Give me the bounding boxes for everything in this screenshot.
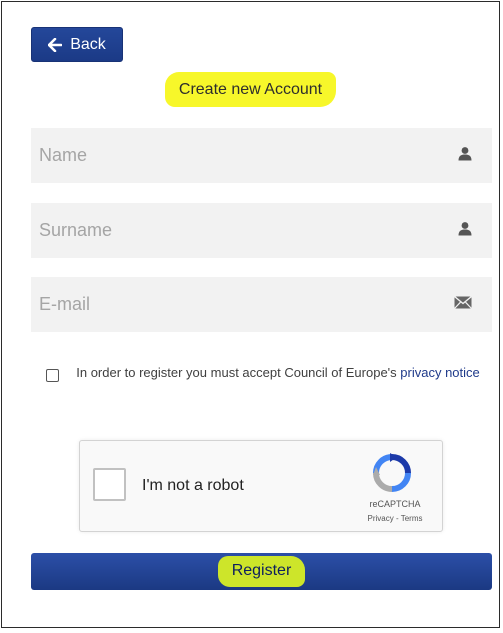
recaptcha-logo-icon	[372, 453, 412, 498]
back-button-label: Back	[70, 35, 106, 53]
recaptcha-privacy-terms-link[interactable]: Privacy - Terms	[350, 514, 440, 523]
privacy-notice-link[interactable]: privacy notice	[400, 365, 479, 380]
envelope-icon	[454, 295, 472, 314]
recaptcha-label: I'm not a robot	[142, 477, 244, 494]
privacy-checkbox[interactable]	[46, 369, 59, 382]
privacy-consent: In order to register you must accept Cou…	[46, 362, 486, 384]
recaptcha-brand: reCAPTCHA	[369, 499, 421, 509]
page-title: Create new Account	[164, 72, 337, 107]
email-field-container	[31, 277, 492, 332]
back-button[interactable]: Back	[31, 27, 123, 62]
email-input[interactable]	[31, 277, 492, 332]
arrow-left-icon	[48, 37, 63, 52]
surname-input[interactable]	[31, 203, 492, 258]
name-field-container	[31, 128, 492, 183]
surname-field-container	[31, 203, 492, 258]
user-icon	[458, 221, 472, 240]
register-button[interactable]: Register	[31, 553, 492, 590]
user-icon	[458, 146, 472, 165]
recaptcha-widget: I'm not a robot reCAPTCHA Privacy - Term…	[79, 440, 443, 532]
registration-panel: Back Create new Account Name Surname E-m…	[1, 1, 500, 628]
recaptcha-checkbox[interactable]	[93, 468, 126, 501]
consent-text: In order to register you must accept Cou…	[76, 365, 397, 380]
register-button-label: Register	[217, 556, 306, 587]
name-input[interactable]	[31, 128, 492, 183]
